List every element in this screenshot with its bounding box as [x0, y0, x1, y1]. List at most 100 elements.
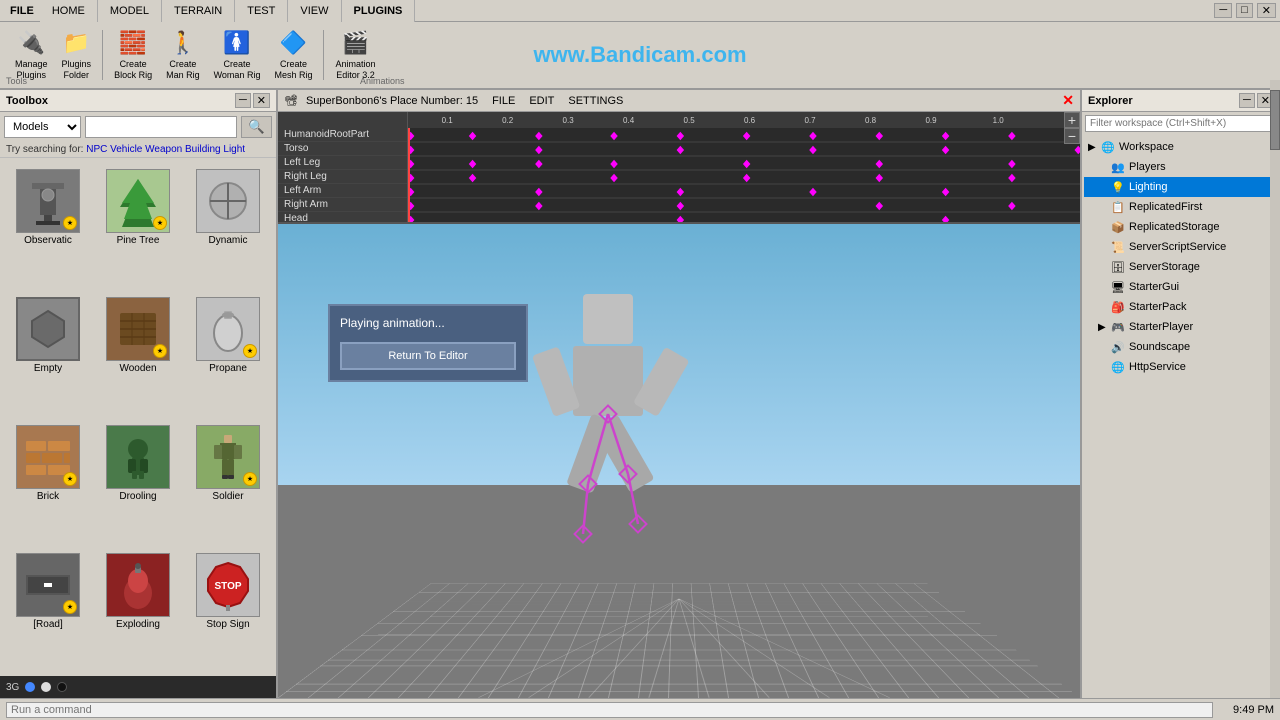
- animation-dialog: Playing animation... Return To Editor: [328, 304, 528, 382]
- ruler-mark-09: 0.9: [925, 116, 936, 125]
- window-minimize[interactable]: ─: [1214, 3, 1232, 18]
- tree-item-soundscape[interactable]: 🔊 Soundscape: [1084, 337, 1278, 357]
- tab-view[interactable]: VIEW: [288, 0, 341, 22]
- woman-rig-label: CreateWoman Rig: [214, 59, 261, 81]
- item-empty[interactable]: Empty: [6, 292, 90, 414]
- create-mesh-rig-btn[interactable]: 🔷 CreateMesh Rig: [267, 24, 319, 86]
- tree-label-sound: Soundscape: [1129, 341, 1190, 353]
- center-area: 📽 SuperBonbon6's Place Number: 15 FILE E…: [278, 90, 1080, 698]
- anim-file-menu[interactable]: FILE: [486, 94, 521, 108]
- tree-item-server-script-service[interactable]: 📜 ServerScriptService: [1084, 237, 1278, 257]
- tree-label-sp: StarterPack: [1129, 301, 1186, 313]
- suggest-weapon[interactable]: Weapon: [145, 144, 182, 155]
- anim-editor-icon: 📽: [284, 94, 298, 107]
- tab-terrain[interactable]: TERRAIN: [162, 0, 235, 22]
- explorer-minimize-btn[interactable]: ─: [1239, 93, 1255, 108]
- item-badge-road: ★: [63, 600, 77, 614]
- main-layout: Toolbox ─ ✕ Models 🔍 Try searching for: …: [0, 90, 1280, 698]
- tree-label-http: HttpService: [1129, 361, 1186, 373]
- tree-icon-rf: 📋: [1110, 199, 1126, 215]
- search-button[interactable]: 🔍: [241, 116, 272, 138]
- toolbox-close-btn[interactable]: ✕: [253, 93, 270, 108]
- item-exploding[interactable]: Exploding: [96, 548, 180, 670]
- item-soldier[interactable]: ★ Soldier: [186, 420, 270, 542]
- tab-test[interactable]: TEST: [235, 0, 288, 22]
- model-type-select[interactable]: Models: [4, 116, 81, 138]
- timeline-tracks: [408, 128, 1080, 222]
- item-dynamic[interactable]: Dynamic: [186, 164, 270, 286]
- explorer-window-controls: ─ ✕: [1239, 93, 1274, 108]
- suggest-building[interactable]: Building: [185, 144, 221, 155]
- tab-model[interactable]: MODEL: [98, 0, 162, 22]
- plugins-folder-btn[interactable]: 📁 PluginsFolder: [55, 24, 99, 86]
- tree-item-starter-player[interactable]: ▶ 🎮 StarterPlayer: [1084, 317, 1278, 337]
- toolbox-scrollbar-thumb[interactable]: [1270, 90, 1280, 150]
- item-drooling[interactable]: Drooling: [96, 420, 180, 542]
- animation-dialog-title: Playing animation...: [340, 316, 516, 330]
- item-badge-wooden: ★: [153, 344, 167, 358]
- toolbox-minimize-btn[interactable]: ─: [235, 93, 251, 108]
- create-block-rig-btn[interactable]: 🧱 CreateBlock Rig: [107, 24, 159, 86]
- tree-icon-sg: 🖥: [1110, 279, 1126, 295]
- timeline-zoom-in[interactable]: +: [1064, 112, 1080, 128]
- item-road-label: [Road]: [33, 619, 62, 630]
- animation-editor-icon: 🎬: [341, 29, 369, 57]
- return-to-editor-button[interactable]: Return To Editor: [340, 342, 516, 370]
- timeline-zoom-out[interactable]: −: [1064, 128, 1080, 144]
- tab-home[interactable]: HOME: [40, 0, 98, 22]
- item-wooden-label: Wooden: [119, 363, 156, 374]
- search-input[interactable]: [85, 116, 237, 138]
- create-man-rig-btn[interactable]: 🚶 CreateMan Rig: [159, 24, 207, 86]
- item-observatic[interactable]: ★ Observatic: [6, 164, 90, 286]
- tree-item-workspace[interactable]: ▶ 🌐 Workspace: [1084, 137, 1278, 157]
- tree-item-lighting[interactable]: 💡 Lighting: [1084, 177, 1278, 197]
- explorer-title: Explorer: [1088, 95, 1133, 107]
- top-menu-bar: FILE HOME MODEL TERRAIN TEST VIEW PLUGIN…: [0, 0, 1280, 22]
- item-road[interactable]: ★ [Road]: [6, 548, 90, 670]
- toolbox-scrollbar[interactable]: [1270, 80, 1280, 698]
- tree-item-players[interactable]: 👥 Players: [1084, 157, 1278, 177]
- suggest-vehicle[interactable]: Vehicle: [110, 144, 142, 155]
- timeline-area[interactable]: 0.1 0.2 0.3 0.4 0.5 0.6 0.7 0.8 0.9 1.0: [408, 112, 1080, 222]
- create-woman-rig-btn[interactable]: 🚺 CreateWoman Rig: [207, 24, 268, 86]
- suggest-light[interactable]: Light: [223, 144, 245, 155]
- bandicam-watermark: www.Bandicam.com: [533, 42, 746, 68]
- bone-humanoidrootpart: HumanoidRootPart: [278, 128, 407, 142]
- item-propane[interactable]: ★ Propane: [186, 292, 270, 414]
- item-stop-sign[interactable]: STOP Stop Sign: [186, 548, 270, 670]
- item-stop-sign-icon: STOP: [196, 553, 260, 617]
- item-wooden[interactable]: ★ Wooden: [96, 292, 180, 414]
- ruler-mark-05: 0.5: [684, 116, 695, 125]
- tree-icon-spl: 🎮: [1110, 319, 1126, 335]
- suggest-npc[interactable]: NPC: [86, 144, 107, 155]
- item-observatic-icon: ★: [16, 169, 80, 233]
- item-brick[interactable]: ★ Brick: [6, 420, 90, 542]
- anim-editor-close-btn[interactable]: ✕: [1062, 92, 1074, 109]
- toolbox-scroll-area: ★ Observatic ★ Pine Tree: [0, 158, 276, 676]
- anim-settings-menu[interactable]: SETTINGS: [562, 94, 629, 108]
- window-maximize[interactable]: □: [1236, 3, 1253, 18]
- timeline-zoom-controls[interactable]: + −: [1064, 112, 1080, 144]
- tree-item-replicated-storage[interactable]: 📦 ReplicatedStorage: [1084, 217, 1278, 237]
- ruler-mark-10: 1.0: [993, 116, 1004, 125]
- tree-item-starter-pack[interactable]: 🎒 StarterPack: [1084, 297, 1278, 317]
- item-observatic-label: Observatic: [24, 235, 72, 246]
- command-input[interactable]: [6, 702, 1213, 718]
- anim-edit-menu[interactable]: EDIT: [523, 94, 560, 108]
- tree-arrow-spl: ▶: [1098, 322, 1110, 333]
- clock: 9:49 PM: [1233, 704, 1274, 716]
- ruler-mark-04: 0.4: [623, 116, 634, 125]
- tree-item-starter-gui[interactable]: 🖥 StarterGui: [1084, 277, 1278, 297]
- window-close[interactable]: ✕: [1257, 3, 1276, 18]
- tab-plugins[interactable]: PLUGINS: [342, 0, 416, 22]
- item-pine-tree[interactable]: ★ Pine Tree: [96, 164, 180, 286]
- file-menu[interactable]: FILE: [4, 5, 40, 17]
- timeline-ruler: 0.1 0.2 0.3 0.4 0.5 0.6 0.7 0.8 0.9 1.0: [408, 112, 1080, 128]
- tree-item-server-storage[interactable]: 🗄 ServerStorage: [1084, 257, 1278, 277]
- toolbox-title: Toolbox: [6, 95, 48, 107]
- woman-rig-icon: 🚺: [223, 29, 251, 57]
- tree-item-replicated-first[interactable]: 📋 ReplicatedFirst: [1084, 197, 1278, 217]
- timeline-track-rows: [408, 128, 1080, 222]
- explorer-filter-input[interactable]: [1085, 115, 1277, 132]
- tree-item-http-service[interactable]: 🌐 HttpService: [1084, 357, 1278, 377]
